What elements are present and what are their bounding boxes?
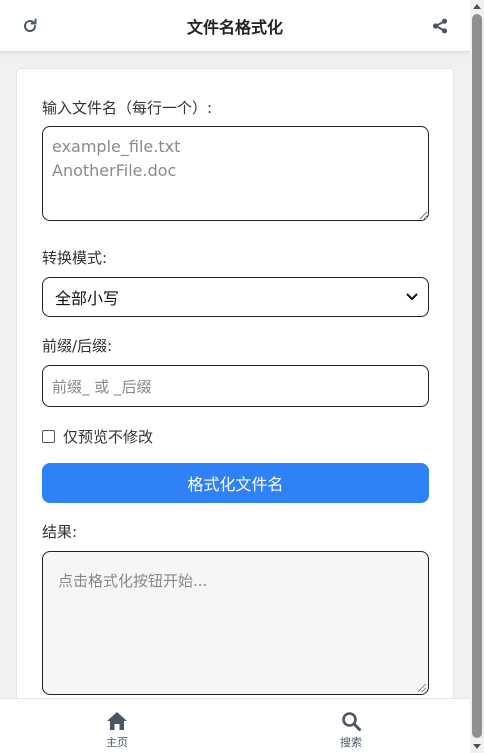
preview-only-option[interactable]: 仅预览不修改 bbox=[42, 426, 153, 446]
chevron-down-icon bbox=[406, 293, 418, 300]
home-icon bbox=[107, 712, 127, 730]
share-button[interactable] bbox=[428, 14, 452, 38]
filenames-input[interactable] bbox=[42, 126, 429, 221]
result-placeholder: 点击格式化按钮开始... bbox=[58, 572, 208, 590]
preview-only-checkbox[interactable] bbox=[42, 429, 55, 443]
nav-home-label: 主页 bbox=[106, 736, 128, 749]
result-output[interactable]: 点击格式化按钮开始... bbox=[42, 551, 429, 695]
search-icon bbox=[342, 712, 361, 731]
scrollbar-thumb[interactable] bbox=[472, 14, 482, 738]
input-label: 输入文件名（每行一个）: bbox=[42, 99, 213, 117]
bottom-nav: 主页 搜索 bbox=[0, 698, 470, 753]
nav-search[interactable]: 搜索 bbox=[321, 711, 381, 750]
refresh-button[interactable] bbox=[18, 14, 42, 38]
mode-selected-value: 全部小写 bbox=[55, 289, 120, 308]
app-root: 文件名格式化 输入文件名（每行一个）: 转换模式: 全部小写 前缀/后缀: 前缀… bbox=[0, 0, 484, 753]
result-label: 结果: bbox=[42, 523, 78, 541]
mode-select[interactable]: 全部小写 bbox=[42, 277, 429, 317]
nav-home[interactable]: 主页 bbox=[87, 711, 147, 750]
resize-handle-icon[interactable] bbox=[418, 684, 426, 692]
scroll-down-icon[interactable] bbox=[473, 744, 481, 749]
refresh-icon bbox=[24, 18, 37, 32]
scrollbar[interactable] bbox=[470, 0, 484, 753]
affix-placeholder: 前缀_ 或 _后缀 bbox=[52, 377, 152, 396]
formatter-card: 输入文件名（每行一个）: 转换模式: 全部小写 前缀/后缀: 前缀_ 或 _后缀… bbox=[16, 68, 454, 728]
top-bar: 文件名格式化 bbox=[0, 0, 470, 52]
affix-input[interactable]: 前缀_ 或 _后缀 bbox=[42, 365, 429, 407]
mode-label: 转换模式: bbox=[42, 249, 108, 267]
preview-only-label: 仅预览不修改 bbox=[63, 427, 154, 446]
affix-label: 前缀/后缀: bbox=[42, 337, 113, 355]
scroll-up-icon[interactable] bbox=[473, 4, 481, 9]
share-icon bbox=[432, 18, 448, 34]
format-button[interactable]: 格式化文件名 bbox=[42, 463, 429, 503]
nav-search-label: 搜索 bbox=[340, 736, 362, 749]
page-title: 文件名格式化 bbox=[186, 17, 283, 37]
